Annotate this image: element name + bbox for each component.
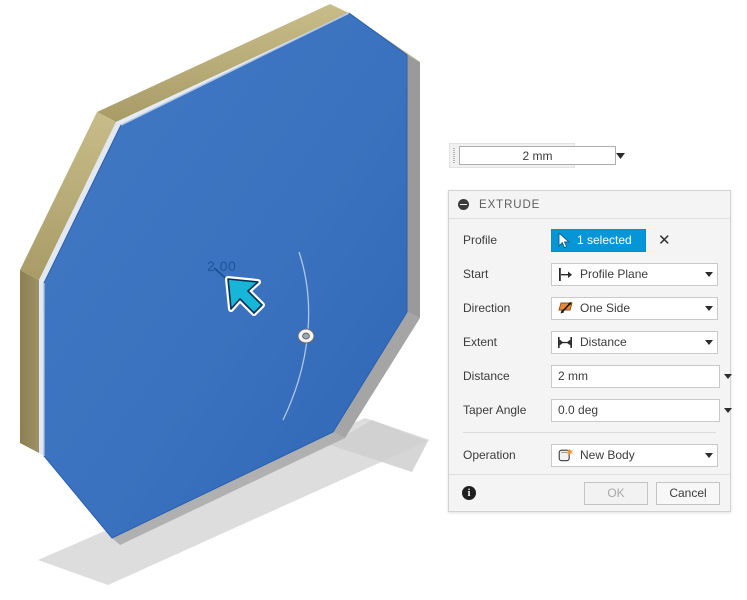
collapse-minus-icon[interactable] xyxy=(458,199,469,210)
distance-field-group[interactable] xyxy=(551,364,736,388)
info-icon[interactable]: i xyxy=(462,486,476,500)
chevron-down-icon[interactable] xyxy=(701,339,717,345)
row-taper-angle: Taper Angle xyxy=(449,393,732,427)
start-dropdown[interactable]: Profile Plane xyxy=(551,262,718,286)
dialog-footer: i OK Cancel xyxy=(449,474,730,511)
row-operation: Operation New Body xyxy=(449,438,730,472)
extrude-drag-handle-icon[interactable] xyxy=(297,328,315,344)
profile-plane-icon xyxy=(557,267,574,282)
extrude-dialog[interactable]: EXTRUDE Profile 1 selected ✕ Start Profi… xyxy=(448,190,732,512)
cancel-button[interactable]: Cancel xyxy=(656,481,720,505)
direction-label: Direction xyxy=(463,301,511,315)
clear-selection-icon[interactable]: ✕ xyxy=(658,233,671,248)
arrow-cursor-icon xyxy=(225,276,265,316)
extent-dropdown[interactable]: Distance xyxy=(551,330,718,354)
direction-value: One Side xyxy=(580,301,631,315)
chevron-down-icon[interactable] xyxy=(616,146,625,165)
taper-angle-input[interactable] xyxy=(551,398,720,422)
operation-dropdown[interactable]: New Body xyxy=(551,443,718,467)
ok-button[interactable]: OK xyxy=(584,481,648,505)
floating-distance-input-group[interactable] xyxy=(449,143,625,168)
start-label: Start xyxy=(463,267,489,281)
dimension-label: 2.00 xyxy=(207,258,237,274)
direction-dropdown[interactable]: One Side xyxy=(551,296,718,320)
section-divider xyxy=(463,432,716,433)
chevron-down-icon[interactable] xyxy=(720,373,736,379)
profile-label: Profile xyxy=(463,233,498,247)
chevron-down-icon[interactable] xyxy=(701,452,717,458)
row-start: Start Profile Plane xyxy=(449,257,730,291)
profile-selection-chip[interactable]: 1 selected xyxy=(551,228,646,252)
distance-extent-icon xyxy=(557,335,574,350)
row-extent: Extent Distance xyxy=(449,325,730,359)
dialog-header[interactable]: EXTRUDE xyxy=(449,191,730,219)
new-body-icon xyxy=(557,448,574,463)
dialog-body: Profile 1 selected ✕ Start Profile Plane… xyxy=(449,219,732,474)
start-value: Profile Plane xyxy=(580,267,649,281)
row-distance: Distance xyxy=(449,359,732,393)
profile-chip-label: 1 selected xyxy=(577,233,632,247)
selection-cursor-icon xyxy=(558,232,571,248)
operation-label: Operation xyxy=(463,448,516,462)
extent-label: Extent xyxy=(463,335,498,349)
taper-angle-field-group[interactable] xyxy=(551,398,736,422)
chevron-down-icon[interactable] xyxy=(701,271,717,277)
distance-label: Distance xyxy=(463,369,510,383)
floating-distance-input[interactable] xyxy=(459,146,616,165)
taper-angle-label: Taper Angle xyxy=(463,403,527,417)
chevron-down-icon[interactable] xyxy=(720,407,736,413)
chevron-down-icon[interactable] xyxy=(701,305,717,311)
row-profile: Profile 1 selected ✕ xyxy=(449,223,730,257)
drag-grip-icon[interactable] xyxy=(453,148,455,163)
dialog-title: EXTRUDE xyxy=(479,198,541,211)
extent-value: Distance xyxy=(580,335,627,349)
operation-value: New Body xyxy=(580,448,635,462)
row-direction: Direction One Side xyxy=(449,291,730,325)
distance-input[interactable] xyxy=(551,364,720,388)
one-side-icon xyxy=(557,301,574,316)
